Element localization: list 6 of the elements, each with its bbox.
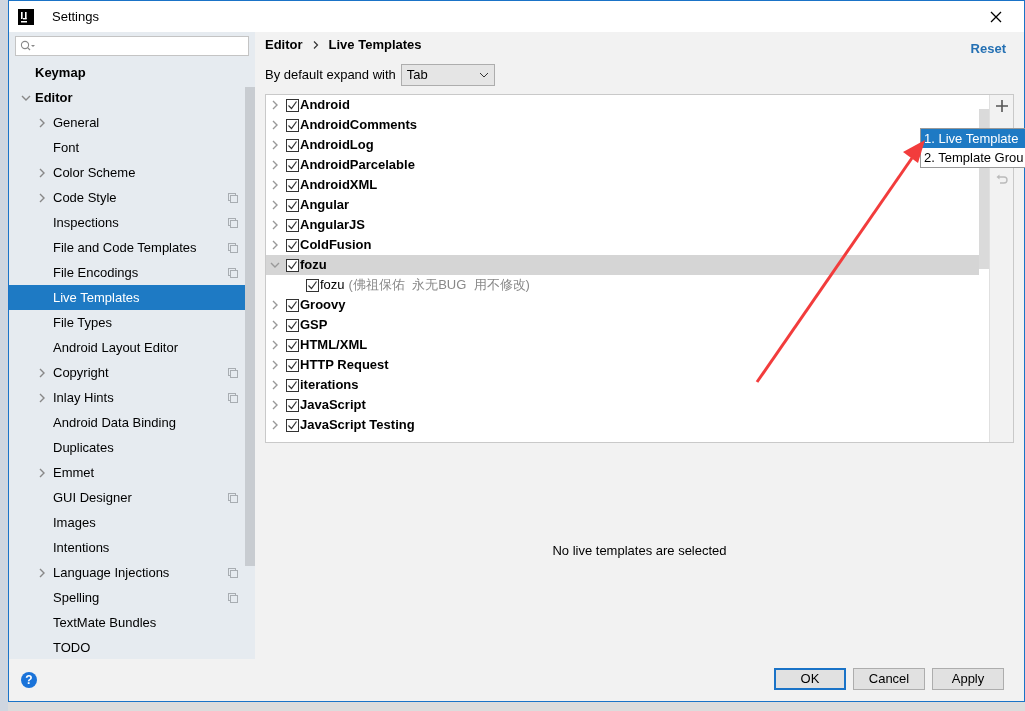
empty-message: No live templates are selected xyxy=(552,542,727,561)
template-description: (佛祖保佑 永无BUG 用不修改) xyxy=(348,276,530,295)
breadcrumb-item: Editor xyxy=(265,36,303,55)
expand-with-label: By default expand with xyxy=(265,66,396,85)
breadcrumb-item: Live Templates xyxy=(328,36,422,55)
window-title: Settings xyxy=(52,7,99,26)
